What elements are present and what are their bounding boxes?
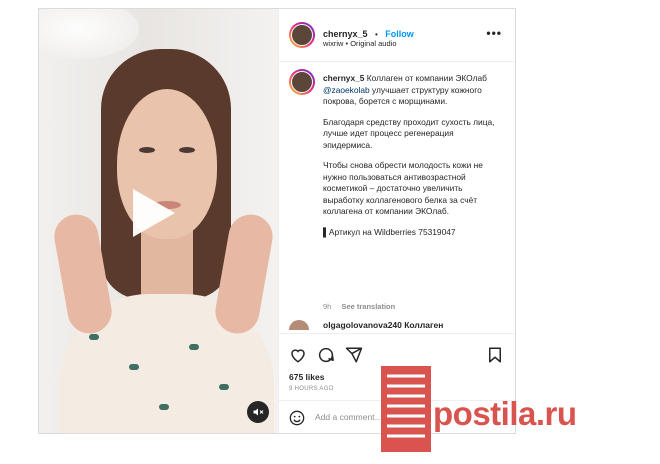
right-eye (179, 147, 195, 153)
caption-text: Коллаген от компании ЭКОлаб (366, 73, 487, 83)
shirt-pattern (89, 334, 99, 340)
caption-paragraph: ▌Артикул на Wildberries 75319047 (323, 226, 456, 237)
likes-count[interactable]: 675 likes (289, 372, 324, 382)
comment-peek: olgagolovanova240 Коллаген (289, 320, 509, 330)
more-icon[interactable]: ••• (486, 26, 502, 40)
play-icon[interactable] (133, 189, 175, 237)
caption-paragraph: Благодаря средству проходит сухость лица… (323, 116, 495, 150)
shirt-pattern (189, 344, 199, 350)
caption-username[interactable]: chernyx_5 (323, 73, 364, 83)
username-link[interactable]: chernyx_5 (323, 29, 368, 39)
bookmark-icon[interactable] (486, 346, 504, 364)
see-translation-link[interactable]: See translation (341, 302, 395, 311)
shirt-pattern (129, 364, 139, 370)
post-timestamp: 9 HOURS AGO (289, 386, 334, 392)
caption-meta: 9h See translation (323, 302, 395, 311)
mute-icon[interactable] (247, 401, 269, 423)
caption-paragraph: Чтобы снова обрести молодость кожи не ну… (323, 160, 483, 216)
comment-text: olgagolovanova240 Коллаген (323, 320, 444, 330)
avatar[interactable] (289, 22, 315, 48)
audio-label[interactable]: wixriw • Original audio (323, 39, 396, 48)
shirt-pattern (159, 404, 169, 410)
instagram-post: chernyx_5 • Follow wixriw • Original aud… (38, 8, 516, 434)
heart-icon[interactable] (289, 346, 307, 364)
comment-input[interactable]: Add a comment… (315, 412, 383, 422)
separator-dot: • (374, 30, 378, 39)
mention-link[interactable]: @zaoekolab (323, 85, 370, 95)
follow-button[interactable]: Follow (385, 29, 414, 39)
watermark-text: postila.ru (433, 395, 577, 432)
post-header: chernyx_5 • Follow wixriw • Original aud… (279, 9, 515, 62)
postila-logo-icon (381, 366, 431, 452)
share-icon[interactable] (345, 346, 363, 364)
comment-icon[interactable] (317, 346, 335, 364)
caption-avatar[interactable] (289, 69, 315, 95)
post-time: 9h (323, 302, 332, 311)
emoji-icon[interactable] (289, 410, 305, 426)
commenter-avatar[interactable] (289, 320, 309, 330)
post-caption: chernyx_5 Коллаген от компании ЭКОлаб @z… (323, 73, 499, 247)
left-eye (139, 147, 155, 153)
shirt-pattern (219, 384, 229, 390)
video-player[interactable] (39, 9, 278, 433)
